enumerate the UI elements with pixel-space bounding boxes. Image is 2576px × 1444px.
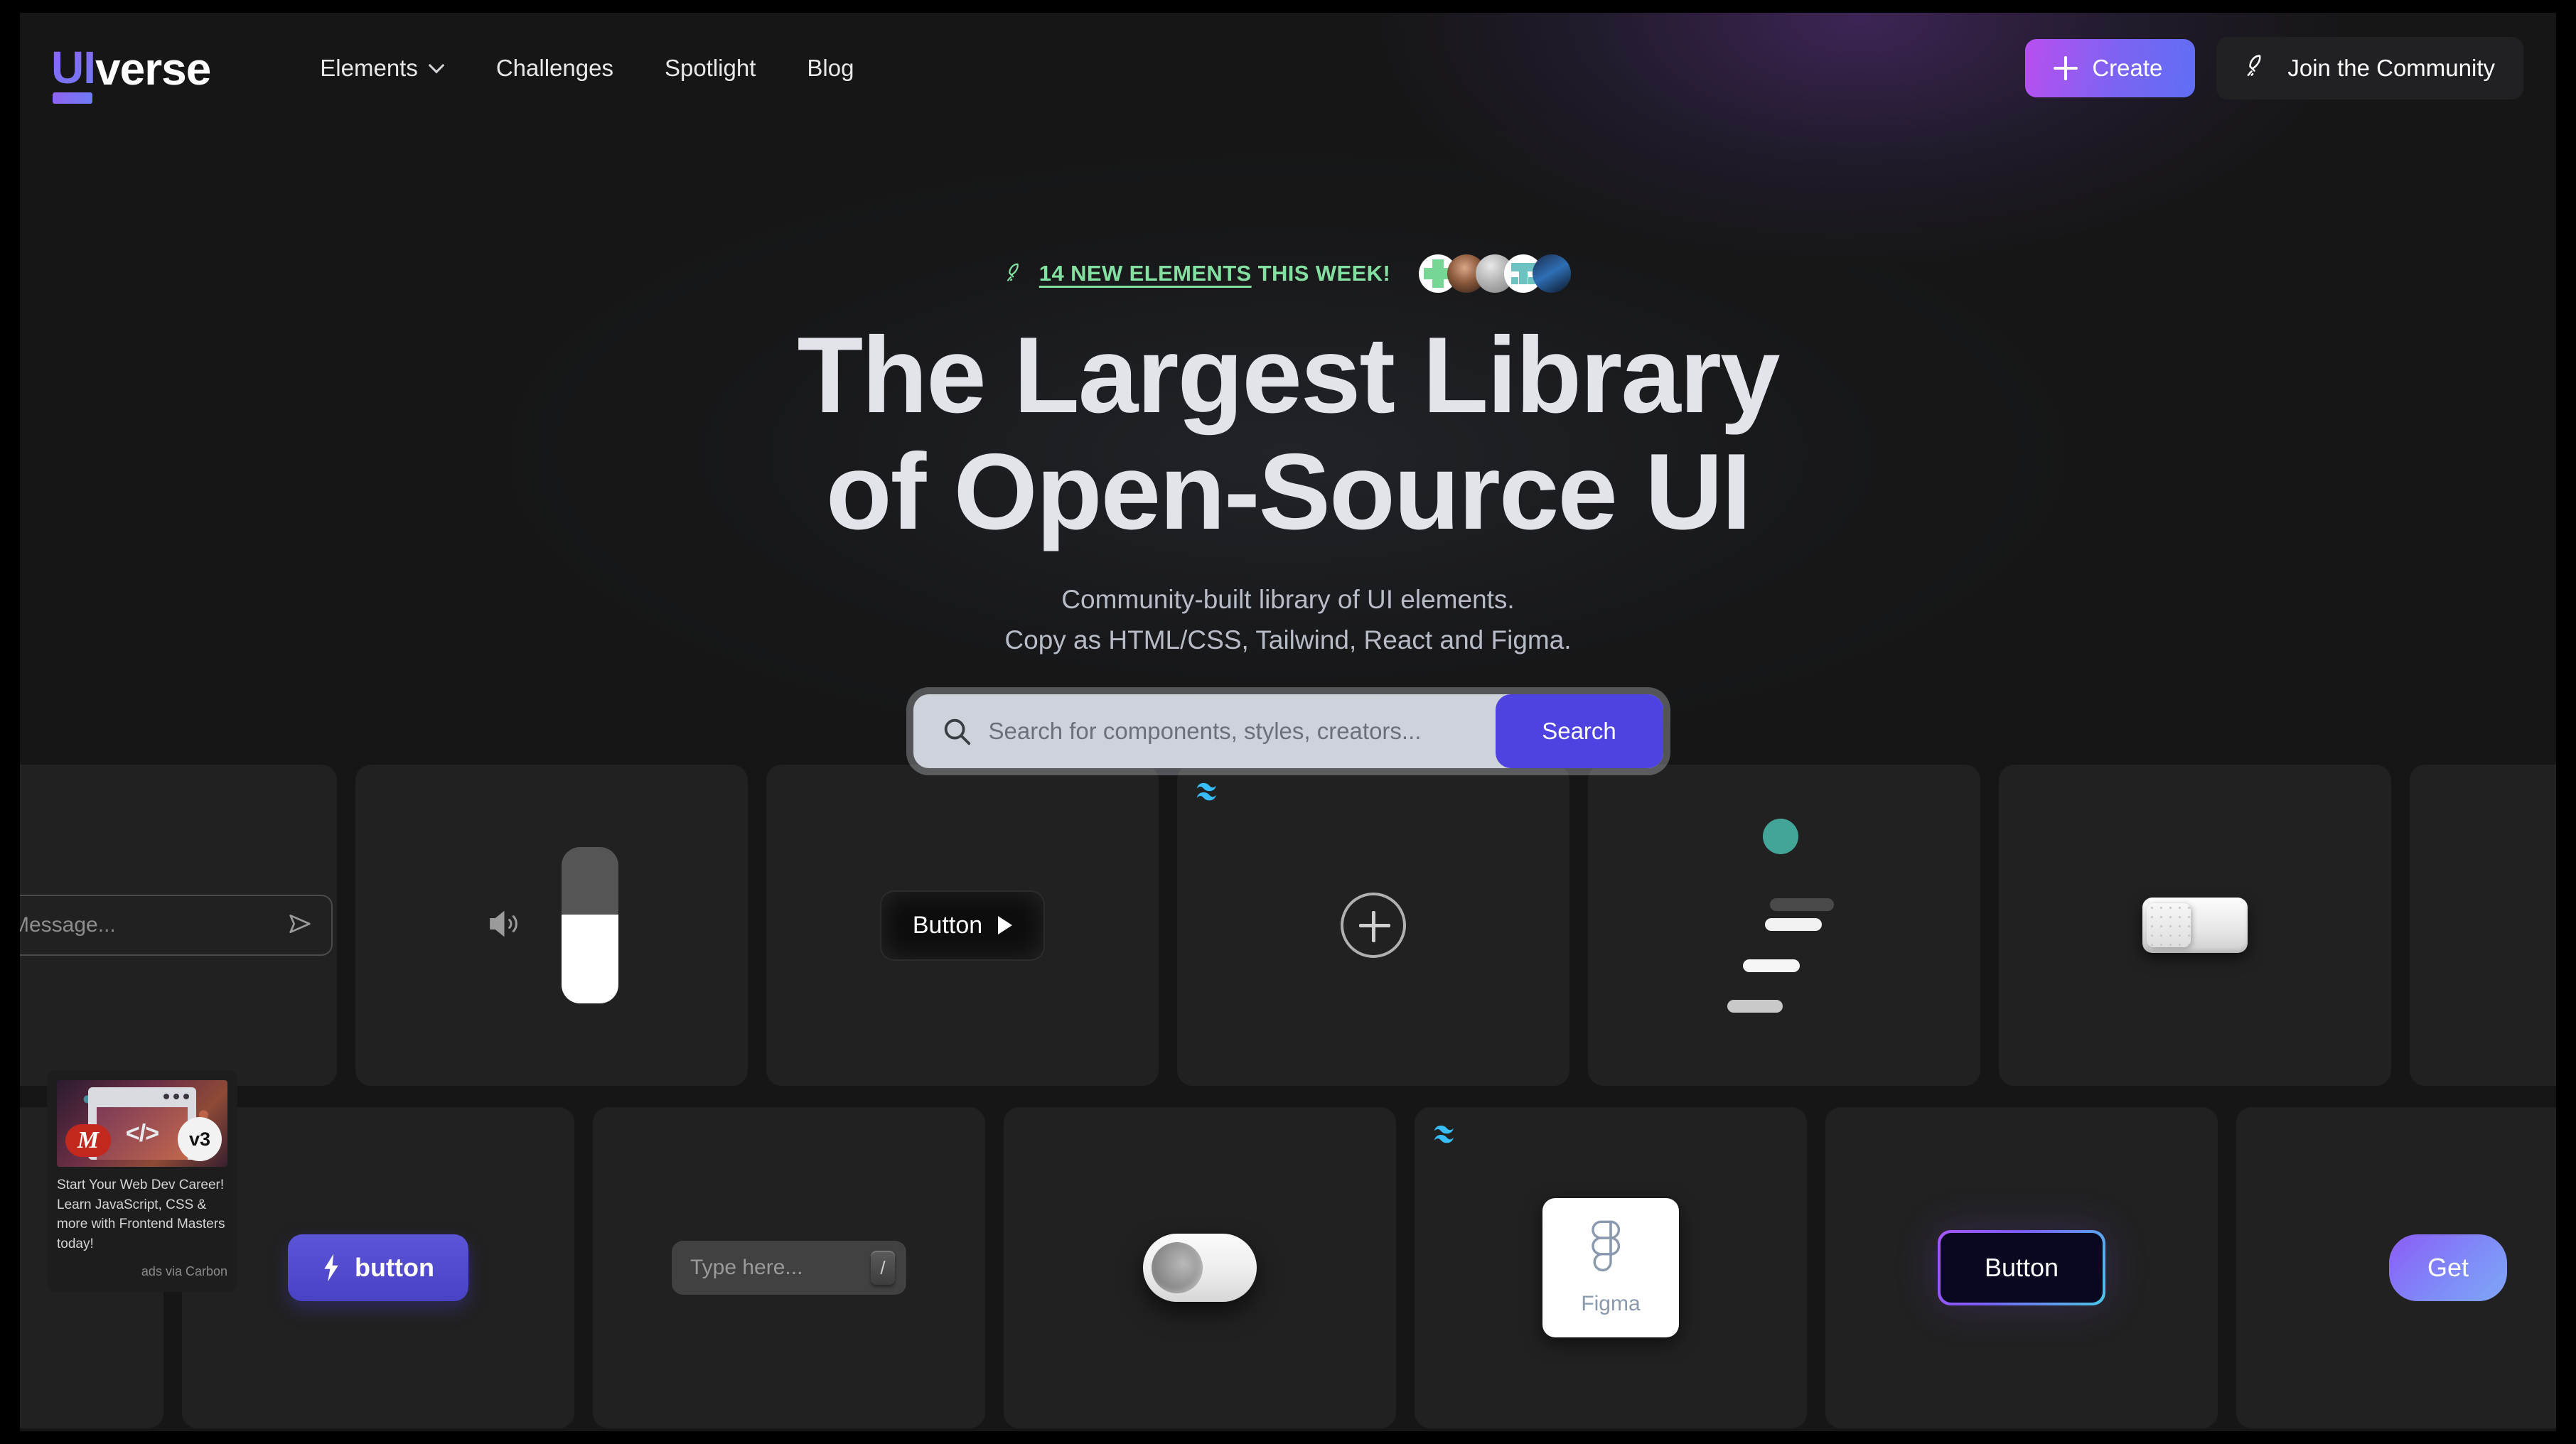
rocker-paddle	[2147, 903, 2191, 947]
get-pill-card[interactable]: Get	[2236, 1107, 2556, 1428]
rocker-switch[interactable]	[2142, 898, 2248, 953]
ad-image: </> M v3	[57, 1080, 227, 1167]
toggle-knob	[1152, 1242, 1203, 1293]
logo-ui-text: UI	[51, 41, 96, 104]
volume-slider[interactable]	[485, 847, 618, 1003]
site-logo[interactable]: UI verse	[51, 41, 211, 104]
figma-label: Figma	[1581, 1291, 1641, 1315]
subtitle-line-2: Copy as HTML/CSS, Tailwind, React and Fi…	[1004, 625, 1572, 654]
lightning-button-label: button	[355, 1253, 434, 1282]
volume-track[interactable]	[562, 847, 618, 1003]
card-partial-right[interactable]	[2410, 765, 2556, 1086]
hero-section: 14 NEW ELEMENTS THIS WEEK! The Largest L…	[20, 13, 2556, 768]
toggle-3d-switch[interactable]	[1143, 1234, 1257, 1302]
hero-subtitle: Community-built library of UI elements. …	[20, 580, 2556, 659]
page-viewport: UI verse Elements Challenges Spotlight B…	[20, 13, 2556, 1431]
subtitle-line-1: Community-built library of UI elements.	[1061, 585, 1515, 615]
announcement-text: 14 NEW ELEMENTS THIS WEEK!	[1039, 261, 1390, 286]
nav-item-spotlight-label: Spotlight	[664, 55, 756, 81]
skeleton-bar	[1770, 898, 1834, 911]
create-button-label: Create	[2092, 55, 2163, 81]
lightning-icon	[322, 1254, 340, 1282]
toggle-3d-card[interactable]	[1004, 1107, 1396, 1428]
gradient-button-label: Button	[1940, 1233, 2103, 1303]
chevron-down-icon	[429, 58, 445, 74]
nav-item-elements-label: Elements	[320, 55, 418, 81]
announcement-rest: THIS WEEK!	[1251, 261, 1391, 286]
gradient-border-button-card[interactable]: Button	[1825, 1107, 2218, 1428]
add-circle-icon[interactable]	[1341, 893, 1406, 958]
skeleton-bar	[1765, 918, 1822, 931]
rocker-switch-card[interactable]	[1999, 765, 2391, 1086]
search-button[interactable]: Search	[1495, 694, 1663, 768]
nav-links: Elements Challenges Spotlight Blog	[294, 45, 879, 92]
skeleton-avatar	[1763, 819, 1798, 854]
join-community-button[interactable]: Join the Community	[2216, 37, 2523, 99]
page-title: The Largest Library of Open-Source UI	[20, 317, 2556, 550]
gradient-border-button[interactable]: Button	[1937, 1230, 2106, 1305]
volume-fill	[562, 914, 618, 1003]
avatar-stack	[1419, 254, 1572, 293]
play-button-label: Button	[912, 911, 983, 939]
nav-item-challenges-label: Challenges	[495, 55, 613, 81]
type-here-input-card[interactable]: Type here... /	[593, 1107, 985, 1428]
headline-line-1: The Largest Library	[797, 315, 1780, 436]
rocket-small-icon	[1005, 262, 1026, 286]
component-card-grid: Message... Button button Type here... / …	[20, 765, 2556, 1428]
avatar	[1533, 254, 1572, 293]
join-community-label: Join the Community	[2287, 55, 2495, 81]
type-here-placeholder: Type here...	[690, 1256, 803, 1279]
tailwind-badge-icon	[1196, 780, 1225, 804]
send-icon[interactable]	[286, 910, 314, 942]
message-input[interactable]: Message...	[20, 895, 333, 956]
lightning-button[interactable]: button	[288, 1234, 468, 1301]
headline-line-2: of Open-Source UI	[825, 431, 1751, 553]
message-input-card[interactable]: Message...	[20, 765, 337, 1086]
top-navigation-bar: UI verse Elements Challenges Spotlight B…	[20, 13, 2556, 124]
nav-item-challenges[interactable]: Challenges	[471, 45, 639, 92]
announcement-banner[interactable]: 14 NEW ELEMENTS THIS WEEK!	[20, 254, 2556, 293]
nav-item-spotlight[interactable]: Spotlight	[639, 45, 781, 92]
frontend-masters-logo: M	[65, 1124, 111, 1157]
figma-card[interactable]: Figma	[1415, 1107, 1807, 1428]
speaker-icon	[485, 905, 522, 946]
circle-plus-card[interactable]	[1177, 765, 1569, 1086]
volume-slider-card[interactable]	[355, 765, 748, 1086]
tailwind-badge-icon	[1433, 1123, 1463, 1147]
skeleton-bar	[1743, 959, 1800, 972]
plus-icon	[2054, 56, 2078, 80]
play-icon	[998, 916, 1013, 934]
rocket-icon	[2245, 53, 2270, 84]
get-pill-button[interactable]: Get	[2389, 1234, 2508, 1301]
nav-item-blog-label: Blog	[807, 55, 854, 81]
play-button[interactable]: Button	[881, 891, 1044, 959]
card-row-1: Message... Button	[20, 765, 2556, 1086]
ad-text[interactable]: Start Your Web Dev Career! Learn JavaScr…	[57, 1175, 227, 1254]
carbon-ad[interactable]: </> M v3 Start Your Web Dev Career! Lear…	[47, 1070, 237, 1292]
nav-actions: Create Join the Community	[2025, 37, 2523, 99]
search-input[interactable]	[988, 717, 1496, 745]
version-badge: v3	[178, 1117, 222, 1161]
create-button[interactable]: Create	[2025, 39, 2196, 97]
message-placeholder: Message...	[20, 913, 116, 937]
type-here-input[interactable]: Type here... /	[672, 1241, 906, 1295]
nav-item-elements[interactable]: Elements	[294, 45, 471, 92]
announcement-link[interactable]: 14 NEW ELEMENTS	[1039, 261, 1252, 286]
ad-attribution[interactable]: ads via Carbon	[57, 1264, 227, 1279]
skeleton-loader	[1678, 819, 1891, 1032]
figma-tile[interactable]: Figma	[1542, 1198, 1679, 1337]
skeleton-bar	[1727, 1000, 1783, 1013]
slash-key-hint: /	[871, 1251, 895, 1285]
window-dots-icon	[163, 1094, 189, 1099]
search-icon	[940, 715, 973, 748]
search-bar: Search	[913, 694, 1663, 768]
skeleton-loader-card[interactable]	[1588, 765, 1980, 1086]
ad-code-glyph: </>	[97, 1107, 188, 1160]
play-button-card[interactable]: Button	[766, 765, 1159, 1086]
figma-icon	[1591, 1220, 1631, 1282]
logo-verse-text: verse	[95, 43, 211, 95]
nav-item-blog[interactable]: Blog	[781, 45, 879, 92]
card-row-2: button Type here... / Figma Button Get	[20, 1107, 2556, 1428]
lightning-button-card[interactable]: button	[182, 1107, 574, 1428]
